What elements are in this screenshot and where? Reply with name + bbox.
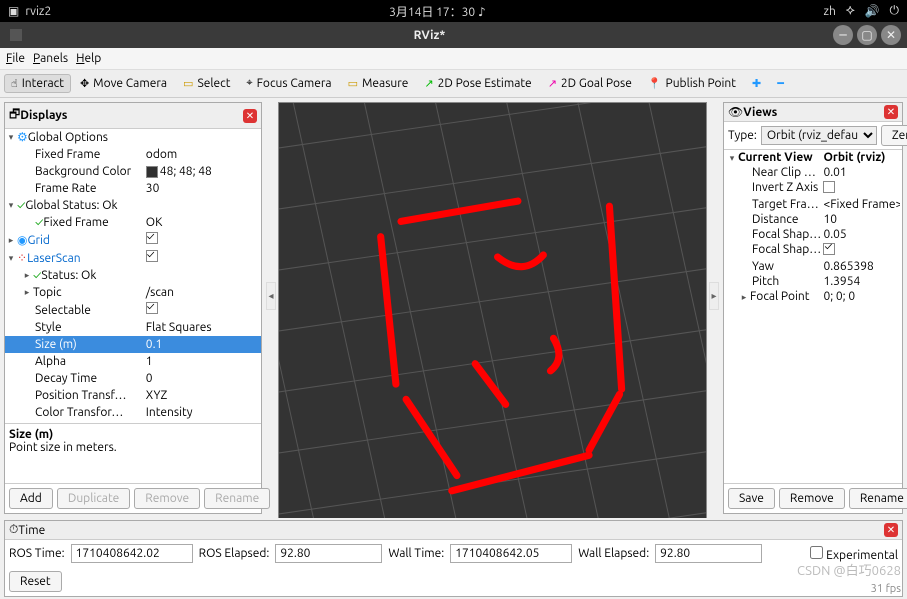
focus-camera-button[interactable]: ⌖Focus Camera <box>239 74 338 93</box>
property-description: Size (m) Point size in meters. <box>5 423 261 483</box>
views-icon: 👁 <box>728 105 743 119</box>
hand-icon: ☝ <box>11 77 18 90</box>
panel-close-button[interactable]: ✕ <box>243 109 257 123</box>
views-tree[interactable]: ▾Current ViewOrbit (rviz) Near Clip …0.0… <box>724 150 902 483</box>
menu-file[interactable]: File <box>6 52 25 65</box>
minimize-button[interactable]: ─ <box>833 25 853 45</box>
ros-time-input[interactable] <box>71 544 193 563</box>
left-collapse-handle[interactable]: ◂ <box>266 282 276 310</box>
right-collapse-handle[interactable]: ▸ <box>709 282 719 310</box>
views-title: Views <box>743 106 884 119</box>
fps-label: 31 fps <box>871 583 901 595</box>
view-remove-button[interactable]: Remove <box>779 488 845 509</box>
window-titlebar: RViz* ─ ▢ ✕ <box>0 22 907 48</box>
plus-icon: ✚ <box>752 77 761 90</box>
selectable-checkbox[interactable] <box>146 302 158 314</box>
wall-elapsed-label: Wall Elapsed: <box>578 547 649 560</box>
viewport-container: ◂ <box>266 102 719 514</box>
menubar: File Panels Help <box>0 48 907 70</box>
add-button[interactable]: Add <box>9 488 53 509</box>
ros-elapsed-input[interactable] <box>275 544 382 563</box>
move-icon: ✥ <box>80 77 89 90</box>
focus-icon: ⌖ <box>246 77 252 90</box>
goal-pose-button[interactable]: ↗2D Goal Pose <box>541 74 639 93</box>
toolbar: ☝Interact ✥Move Camera ▭Select ⌖Focus Ca… <box>0 70 907 98</box>
publish-point-button[interactable]: 📍Publish Point <box>641 74 743 93</box>
watermark: CSDN @白巧0628 <box>797 560 901 579</box>
zero-button[interactable]: Zero <box>881 125 907 146</box>
grid-checkbox[interactable] <box>146 232 158 244</box>
reset-button[interactable]: Reset <box>9 571 62 592</box>
measure-button[interactable]: ▭Measure <box>341 74 416 93</box>
ruler-icon: ▭ <box>348 77 358 90</box>
view-save-button[interactable]: Save <box>728 488 775 509</box>
view-type-label: Type: <box>728 129 757 142</box>
close-button[interactable]: ✕ <box>881 25 901 45</box>
wall-time-input[interactable] <box>450 544 572 563</box>
minus-icon: ━ <box>777 77 784 90</box>
ros-time-label: ROS Time: <box>9 547 65 560</box>
displays-title: Displays <box>20 109 243 122</box>
time-icon: ⏱ <box>9 523 18 537</box>
select-button[interactable]: ▭Select <box>176 74 237 93</box>
window-title: RViz* <box>28 29 831 42</box>
view-rename-button[interactable]: Rename <box>849 488 907 509</box>
os-topbar: ▣ rviz2 3月14日 17：30 ♪ zh ⯎ 🔊 ⏻ <box>0 0 907 22</box>
size-row[interactable]: Size (m)0.1 <box>5 336 261 353</box>
app-window-icon <box>10 29 22 41</box>
panel-close-button[interactable]: ✕ <box>884 105 898 119</box>
move-camera-button[interactable]: ✥Move Camera <box>73 74 174 93</box>
pose-estimate-icon: ↗ <box>424 77 433 90</box>
views-panel: 👁 Views ✕ Type: Orbit (rviz_defau Zero ▾… <box>723 102 903 514</box>
app-icon: ▣ <box>8 4 19 18</box>
add-tool-button[interactable]: ✚ <box>745 74 768 93</box>
goal-icon: ↗ <box>548 77 557 90</box>
power-icon[interactable]: ⏻ <box>890 4 900 18</box>
time-title: Time <box>18 524 884 537</box>
pose-estimate-button[interactable]: ↗2D Pose Estimate <box>417 74 538 93</box>
laserscan-checkbox[interactable] <box>146 250 158 262</box>
clock: 3月14日 17：30 <box>389 6 475 19</box>
app-indicator: rviz2 <box>25 5 51 18</box>
select-icon: ▭ <box>183 77 193 90</box>
rename-button: Rename <box>204 488 270 509</box>
maximize-button[interactable]: ▢ <box>857 25 877 45</box>
panel-close-button[interactable]: ✕ <box>884 523 898 537</box>
displays-panel: 🗗 Displays ✕ ▾⚙ Global Options Fixed Fra… <box>4 102 262 514</box>
lang-indicator[interactable]: zh <box>823 5 835 18</box>
ros-elapsed-label: ROS Elapsed: <box>199 547 270 560</box>
view-type-select[interactable]: Orbit (rviz_defau <box>761 126 877 145</box>
volume-icon[interactable]: 🔊 <box>865 4 880 18</box>
network-icon[interactable]: ⯎ <box>846 4 855 18</box>
displays-tree[interactable]: ▾⚙ Global Options Fixed Frameodom Backgr… <box>5 129 261 423</box>
interact-button[interactable]: ☝Interact <box>4 74 71 93</box>
remove-tool-button[interactable]: ━ <box>770 74 791 93</box>
remove-button: Remove <box>134 488 200 509</box>
pin-icon: 📍 <box>648 77 662 90</box>
menu-panels[interactable]: Panels <box>33 52 68 65</box>
time-panel: ⏱ Time ✕ ROS Time: ROS Elapsed: Wall Tim… <box>4 520 903 597</box>
wall-time-label: Wall Time: <box>388 547 444 560</box>
menu-help[interactable]: Help <box>76 52 101 65</box>
duplicate-button: Duplicate <box>57 488 130 509</box>
displays-icon: 🗗 <box>9 105 20 126</box>
focal-shape-checkbox[interactable] <box>823 243 835 255</box>
scene-svg <box>279 103 706 518</box>
wall-elapsed-input[interactable] <box>655 544 762 563</box>
3d-viewport[interactable] <box>278 102 707 518</box>
bell-icon: ♪ <box>478 6 486 19</box>
invert-z-checkbox[interactable] <box>823 181 835 193</box>
